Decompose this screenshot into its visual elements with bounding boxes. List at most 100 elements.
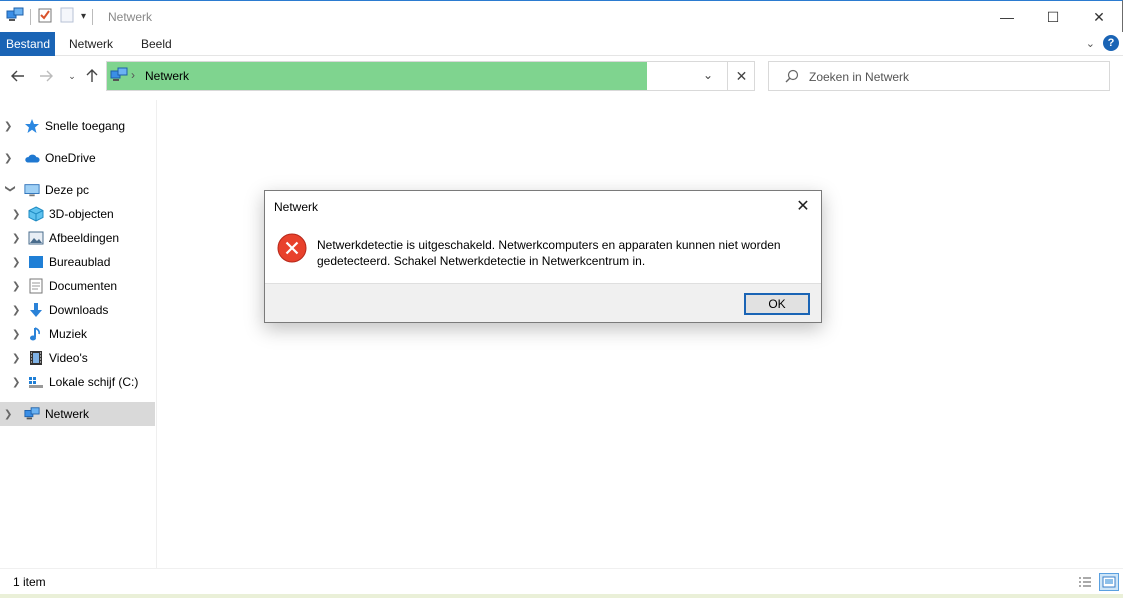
sidebar-item-label: Lokale schijf (C:) bbox=[49, 375, 139, 389]
arrow-right-icon bbox=[40, 70, 53, 82]
sidebar-item-snelle-toegang[interactable]: ❯ Snelle toegang bbox=[0, 114, 155, 138]
arrow-left-icon bbox=[11, 70, 24, 82]
network-icon[interactable] bbox=[6, 7, 24, 26]
sidebar-item-label: 3D-objecten bbox=[49, 207, 114, 221]
sidebar-item-downloads[interactable]: ❯ Downloads bbox=[0, 298, 155, 322]
chevron-right-icon[interactable]: ❯ bbox=[12, 377, 24, 388]
customize-toolbar-icon[interactable]: ▾ bbox=[81, 11, 86, 22]
search-box[interactable]: Zoeken in Netwerk bbox=[768, 61, 1110, 91]
sidebar-item-netwerk[interactable]: ❯ Netwerk bbox=[0, 402, 155, 426]
title-bar: ▾ Netwerk — ☐ ✕ bbox=[0, 0, 1123, 32]
dialog-close-button[interactable]: ✕ bbox=[791, 195, 815, 217]
bottom-edge bbox=[0, 594, 1123, 598]
sidebar-item-label: OneDrive bbox=[45, 151, 96, 165]
address-bar[interactable]: › Netwerk ⌄ ✕ bbox=[106, 61, 755, 91]
chevron-right-icon[interactable]: ❯ bbox=[12, 233, 24, 244]
chevron-right-icon[interactable]: ❯ bbox=[12, 329, 24, 340]
window-controls: — ☐ ✕ bbox=[984, 1, 1122, 33]
sidebar-item-label: Netwerk bbox=[45, 407, 90, 421]
large-icons-view-icon bbox=[1102, 576, 1116, 588]
minimize-button[interactable]: — bbox=[984, 1, 1030, 33]
video-icon bbox=[28, 350, 44, 366]
status-bar: 1 item bbox=[0, 568, 1123, 594]
help-icon[interactable]: ? bbox=[1103, 35, 1119, 51]
toolbar-separator bbox=[30, 8, 31, 25]
file-list-area[interactable] bbox=[158, 96, 1123, 568]
properties-icon[interactable] bbox=[37, 7, 53, 26]
tab-bestand[interactable]: Bestand bbox=[0, 32, 55, 56]
document-icon bbox=[28, 278, 44, 294]
chevron-right-icon[interactable]: ❯ bbox=[4, 121, 16, 132]
ok-button[interactable]: OK bbox=[744, 293, 810, 315]
ribbon-controls: ⌄ ? bbox=[1086, 35, 1119, 51]
sidebar-item-label: Bureaublad bbox=[49, 255, 111, 269]
sidebar-item-label: Afbeeldingen bbox=[49, 231, 120, 245]
chevron-right-icon[interactable]: ❯ bbox=[12, 209, 24, 220]
quick-access-toolbar: ▾ bbox=[6, 7, 94, 26]
music-icon bbox=[28, 326, 44, 342]
download-icon bbox=[28, 302, 44, 318]
sidebar-item-label: Muziek bbox=[49, 327, 88, 341]
chevron-right-icon[interactable]: ❯ bbox=[4, 409, 16, 420]
sidebar-item-documenten[interactable]: ❯ Documenten bbox=[0, 274, 155, 298]
chevron-right-icon[interactable]: ❯ bbox=[12, 305, 24, 316]
breadcrumb-separator[interactable]: › bbox=[131, 68, 135, 82]
chevron-right-icon[interactable]: ❯ bbox=[12, 257, 24, 268]
sidebar-item-label: Snelle toegang bbox=[45, 119, 126, 133]
error-icon bbox=[277, 233, 307, 263]
sidebar-item-bureaublad[interactable]: ❯ Bureaublad bbox=[0, 250, 155, 274]
sidebar-item-lokale-schijf[interactable]: ❯ Lokale schijf (C:) bbox=[0, 370, 155, 394]
sidebar-item-afbeeldingen[interactable]: ❯ Afbeeldingen bbox=[0, 226, 155, 250]
arrow-up-icon bbox=[86, 69, 98, 82]
network-icon bbox=[110, 67, 128, 86]
sidebar-item-onedrive[interactable]: ❯ OneDrive bbox=[0, 146, 155, 170]
sidebar-item-label: Downloads bbox=[49, 303, 109, 317]
chevron-right-icon[interactable]: ❯ bbox=[12, 353, 24, 364]
sidebar-item-deze-pc[interactable]: ❯ Deze pc bbox=[0, 178, 155, 202]
address-dropdown-icon[interactable]: ⌄ bbox=[703, 68, 713, 82]
details-view-icon bbox=[1079, 577, 1091, 587]
item-count: 1 item bbox=[13, 575, 46, 589]
network-icon bbox=[24, 406, 40, 422]
chevron-right-icon[interactable]: ❯ bbox=[4, 153, 16, 164]
computer-icon bbox=[24, 182, 40, 198]
ribbon-tabs: Bestand Netwerk Beeld ⌄ ? bbox=[0, 32, 1123, 56]
pictures-icon bbox=[28, 230, 44, 246]
details-view-button[interactable] bbox=[1075, 573, 1095, 591]
cube-icon bbox=[28, 206, 44, 222]
cloud-icon bbox=[24, 150, 40, 166]
search-input[interactable]: Zoeken in Netwerk bbox=[809, 70, 909, 84]
breadcrumb-netwerk[interactable]: Netwerk bbox=[145, 69, 189, 83]
expand-ribbon-icon[interactable]: ⌄ bbox=[1086, 37, 1095, 50]
tab-beeld[interactable]: Beeld bbox=[135, 32, 178, 56]
close-window-button[interactable]: ✕ bbox=[1076, 1, 1122, 33]
back-button[interactable] bbox=[8, 66, 28, 86]
large-icons-view-button[interactable] bbox=[1099, 573, 1119, 591]
chevron-right-icon[interactable]: ❯ bbox=[12, 281, 24, 292]
drive-icon bbox=[28, 374, 44, 390]
new-folder-icon[interactable] bbox=[59, 7, 75, 26]
sidebar-item-label: Deze pc bbox=[45, 183, 90, 197]
dialog-footer: OK bbox=[265, 283, 821, 322]
sidebar-item-muziek[interactable]: ❯ Muziek bbox=[0, 322, 155, 346]
error-dialog: Netwerk ✕ Netwerkdetectie is uitgeschake… bbox=[264, 190, 822, 323]
recent-locations-button[interactable]: ⌄ bbox=[62, 66, 82, 86]
sidebar-item-videos[interactable]: ❯ Video's bbox=[0, 346, 155, 370]
up-button[interactable] bbox=[82, 66, 102, 86]
clear-address-button[interactable]: ✕ bbox=[727, 62, 755, 90]
tab-netwerk[interactable]: Netwerk bbox=[63, 32, 119, 56]
toolbar-separator bbox=[92, 8, 94, 25]
sidebar-item-3d-objecten[interactable]: ❯ 3D-objecten bbox=[0, 202, 155, 226]
forward-button[interactable] bbox=[36, 66, 56, 86]
star-icon bbox=[24, 118, 40, 134]
window-title: Netwerk bbox=[108, 10, 153, 24]
sidebar-item-label: Video's bbox=[49, 351, 88, 365]
dialog-message: Netwerkdetectie is uitgeschakeld. Netwer… bbox=[317, 238, 781, 268]
maximize-button[interactable]: ☐ bbox=[1030, 1, 1076, 33]
navigation-pane: ❯ Snelle toegang ❯ OneDrive ❯ Deze pc ❯ … bbox=[0, 100, 157, 568]
sidebar-item-label: Documenten bbox=[49, 279, 118, 293]
search-icon bbox=[785, 69, 799, 86]
navigation-bar: ⌄ › Netwerk ⌄ ✕ Zoeken in Netwerk bbox=[0, 56, 1123, 96]
chevron-down-icon[interactable]: ❯ bbox=[5, 184, 16, 196]
dialog-title: Netwerk bbox=[274, 200, 319, 214]
